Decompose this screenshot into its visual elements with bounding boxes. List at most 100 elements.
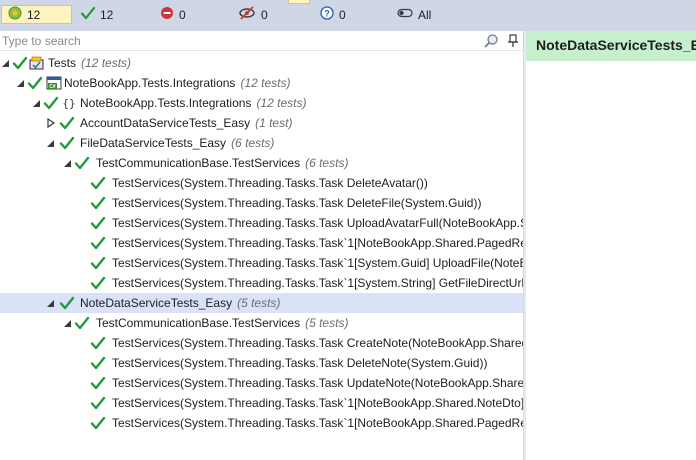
test-name: TestServices(System.Threading.Tasks.Task… [112,256,547,270]
test-row[interactable]: TestServices(System.Threading.Tasks.Task… [0,333,544,353]
collapse-arrow-icon[interactable] [32,97,42,109]
tree-file-label: FileDataServiceTests_Easy [80,136,227,150]
passed-check-icon [43,96,59,110]
test-name: TestServices(System.Threading.Tasks.Task… [112,236,546,250]
all-toggle-icon [397,7,413,22]
unknown-filter-button[interactable]: ? 0 [320,5,346,24]
passed-check-icon [90,236,106,250]
test-name: TestServices(System.Threading.Tasks.Task… [112,416,546,430]
tree-project-label: NoteBookApp.Tests.Integrations [64,76,236,90]
all-toggle-label: All [418,7,432,22]
passed-filter-button[interactable]: 12 [80,5,114,24]
all-toggle-button[interactable]: All [397,5,431,24]
test-tree: Tests (12 tests) C# NoteBookApp.Tests.Int… [0,53,548,433]
passed-check-icon [74,316,90,330]
skipped-filter-button[interactable]: 0 [238,5,268,24]
namespace-icon: {} [62,97,75,110]
pin-icon[interactable] [506,33,520,49]
test-row[interactable]: TestServices(System.Threading.Tasks.Task… [0,213,541,233]
passed-check-icon [90,196,106,210]
passed-check-icon [80,6,96,23]
tree-note-base-label: TestCommunicationBase.TestServices [96,316,301,330]
search-input[interactable] [0,32,478,50]
passed-check-icon [90,276,106,290]
run-tests-icon [8,6,22,23]
expand-arrow-icon[interactable] [46,117,56,129]
detail-header: NoteDataServiceTests_Easy [526,31,696,61]
skipped-count-label: 0 [261,7,268,22]
test-detail-pane: NoteDataServiceTests_Easy [526,31,696,460]
test-explorer-toolbar: 12 12 0 0 ? 0 All [0,0,696,31]
passed-check-icon [27,76,43,90]
test-row[interactable]: TestServices(System.Threading.Tasks.Task… [0,373,543,393]
tree-row-note-class[interactable]: NoteDataServiceTests_Easy (5 tests) [0,293,523,313]
svg-text:?: ? [324,9,330,19]
test-name: TestServices(System.Threading.Tasks.Task… [112,216,542,230]
passed-check-icon [90,416,106,430]
failed-count-label: 0 [179,7,186,22]
passed-check-icon [59,116,75,130]
failed-filter-button[interactable]: 0 [160,5,186,24]
search-bar [0,31,523,51]
test-row[interactable]: TestServices(System.Threading.Tasks.Task… [0,193,523,213]
tree-row-project[interactable]: C# NoteBookApp.Tests.Integrations (12 tes… [0,73,523,93]
tree-root-count: (12 tests) [81,56,132,70]
test-name: TestServices(System.Threading.Tasks.Task… [112,196,482,210]
tree-row-root[interactable]: Tests (12 tests) [0,53,523,73]
tree-row-file-base[interactable]: TestCommunicationBase.TestServices (6 tes… [0,153,523,173]
test-row[interactable]: TestServices(System.Threading.Tasks.Task… [0,353,523,373]
failed-icon [160,6,174,23]
test-name: TestServices(System.Threading.Tasks.Task… [112,356,488,370]
tree-row-file-class[interactable]: FileDataServiceTests_Easy (6 tests) [0,133,523,153]
collapse-arrow-icon[interactable] [16,77,26,89]
test-row[interactable]: TestServices(System.Threading.Tasks.Task… [0,273,548,293]
test-name: TestServices(System.Threading.Tasks.Task… [112,336,545,350]
tree-file-count: (6 tests) [231,136,275,150]
tree-root-label: Tests [48,56,77,70]
passed-check-icon [90,356,106,370]
tree-note-count: (5 tests) [237,296,281,310]
tree-row-namespace[interactable]: {} NoteBookApp.Tests.Integrations (12 tes… [0,93,523,113]
active-tab-strip [288,0,310,4]
test-name: TestServices(System.Threading.Tasks.Task… [112,276,549,290]
test-row[interactable]: TestServices(System.Threading.Tasks.Task… [0,233,546,253]
help-icon: ? [320,6,334,23]
svg-text:C#: C# [49,84,56,90]
passed-check-icon [90,216,106,230]
test-tree-pane: Tests (12 tests) C# NoteBookApp.Tests.Int… [0,31,548,460]
csharp-project-icon: C# [46,76,62,90]
tree-account-label: AccountDataServiceTests_Easy [80,116,251,130]
collapse-arrow-icon[interactable] [1,57,11,69]
tree-namespace-count: (12 tests) [256,96,307,110]
search-options-icon[interactable] [483,33,499,49]
passed-check-icon [59,136,75,150]
passed-check-icon [74,156,90,170]
passed-check-icon [59,296,75,310]
run-count-button[interactable]: 12 [1,5,72,24]
test-group-icon [29,56,44,70]
skipped-icon [238,6,256,23]
test-row[interactable]: TestServices(System.Threading.Tasks.Task… [0,413,546,433]
tree-file-base-count: (6 tests) [305,156,349,170]
test-name: TestServices(System.Threading.Tasks.Task… [112,396,544,410]
test-row[interactable]: TestServices(System.Threading.Tasks.Task… [0,393,544,413]
passed-check-icon [90,176,106,190]
collapse-arrow-icon[interactable] [46,137,56,149]
run-count-label: 12 [27,7,41,22]
tree-namespace-label: NoteBookApp.Tests.Integrations [80,96,252,110]
tree-project-count: (12 tests) [240,76,291,90]
tree-file-base-label: TestCommunicationBase.TestServices [96,156,301,170]
test-row[interactable]: TestServices(System.Threading.Tasks.Task… [0,253,547,273]
test-row[interactable]: TestServices(System.Threading.Tasks.Task… [0,173,523,193]
tree-account-count: (1 test) [255,116,293,130]
passed-count-label: 12 [100,7,114,22]
collapse-arrow-icon[interactable] [46,297,56,309]
collapse-arrow-icon[interactable] [63,157,73,169]
collapse-arrow-icon[interactable] [63,317,73,329]
tree-note-base-count: (5 tests) [305,316,349,330]
tree-row-account-class[interactable]: AccountDataServiceTests_Easy (1 test) [0,113,523,133]
unknown-count-label: 0 [339,7,346,22]
svg-text:{}: {} [62,97,75,110]
passed-check-icon [90,256,106,270]
tree-row-note-base[interactable]: TestCommunicationBase.TestServices (5 tes… [0,313,523,333]
